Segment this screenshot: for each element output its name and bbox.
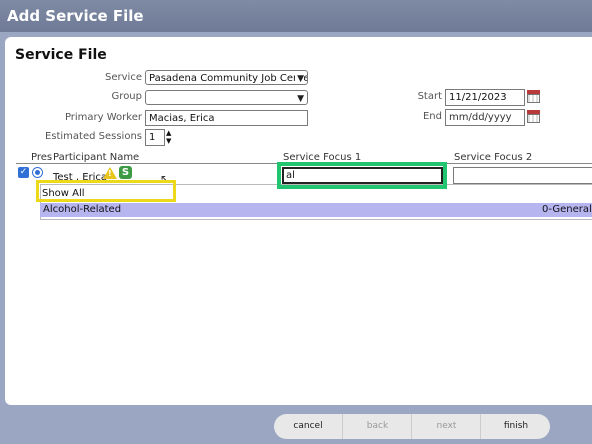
add-service-file-dialog: Add Service File Service File Service Pa… — [0, 0, 592, 444]
chevron-down-icon: ▼ — [297, 94, 304, 104]
finish-button[interactable]: finish — [480, 414, 551, 439]
cancel-button[interactable]: cancel — [274, 414, 342, 439]
service-badge: S — [119, 166, 132, 179]
service-select-value: Pasadena Community Job Center — [149, 73, 308, 84]
start-label: Start — [417, 91, 442, 102]
service-label: Service — [105, 72, 142, 83]
col-header-focus2: Service Focus 2 — [454, 152, 533, 163]
calendar-icon[interactable] — [527, 90, 540, 103]
start-date-input[interactable]: 11/21/2023 — [445, 89, 525, 106]
end-date-input[interactable]: mm/dd/yyyy — [445, 109, 525, 126]
estimated-sessions-label: Estimated Sessions — [44, 131, 142, 142]
group-label: Group — [111, 91, 142, 102]
highlight-show-all — [36, 180, 176, 202]
estimated-sessions-value: 1 — [149, 132, 156, 143]
dialog-titlebar: Add Service File — [0, 0, 592, 32]
end-label: End — [422, 111, 442, 122]
dropdown-option-label: Alcohol-Related — [43, 204, 122, 215]
dialog-title: Add Service File — [7, 7, 144, 25]
stepper-arrows-icon[interactable]: ▲ ▼ — [166, 129, 171, 145]
primary-worker-input[interactable]: Macias, Erica — [145, 110, 308, 126]
service-select[interactable]: Pasadena Community Job Center ▼ — [145, 70, 308, 85]
radio-icon[interactable] — [32, 167, 43, 178]
primary-worker-label: Primary Worker — [64, 112, 142, 123]
col-header-participant: Participant Name — [53, 152, 140, 163]
col-header-pres: Pres — [31, 152, 53, 163]
dropdown-option-code: 0-General — [542, 204, 592, 215]
checkbox-icon[interactable]: ✓ — [18, 167, 29, 178]
warning-icon-mark: ! — [108, 169, 112, 178]
highlight-focus1 — [277, 162, 447, 189]
chevron-down-icon: ▼ — [295, 72, 304, 84]
form-heading: Service File — [15, 47, 107, 63]
calendar-icon[interactable] — [527, 110, 540, 123]
service-focus2-input[interactable] — [453, 167, 592, 184]
group-select[interactable]: ▼ — [145, 90, 308, 105]
back-button[interactable]: back — [342, 414, 412, 439]
dropdown-option-row[interactable] — [40, 203, 592, 217]
estimated-sessions-stepper[interactable]: 1 — [145, 129, 165, 146]
next-button[interactable]: next — [411, 414, 481, 439]
